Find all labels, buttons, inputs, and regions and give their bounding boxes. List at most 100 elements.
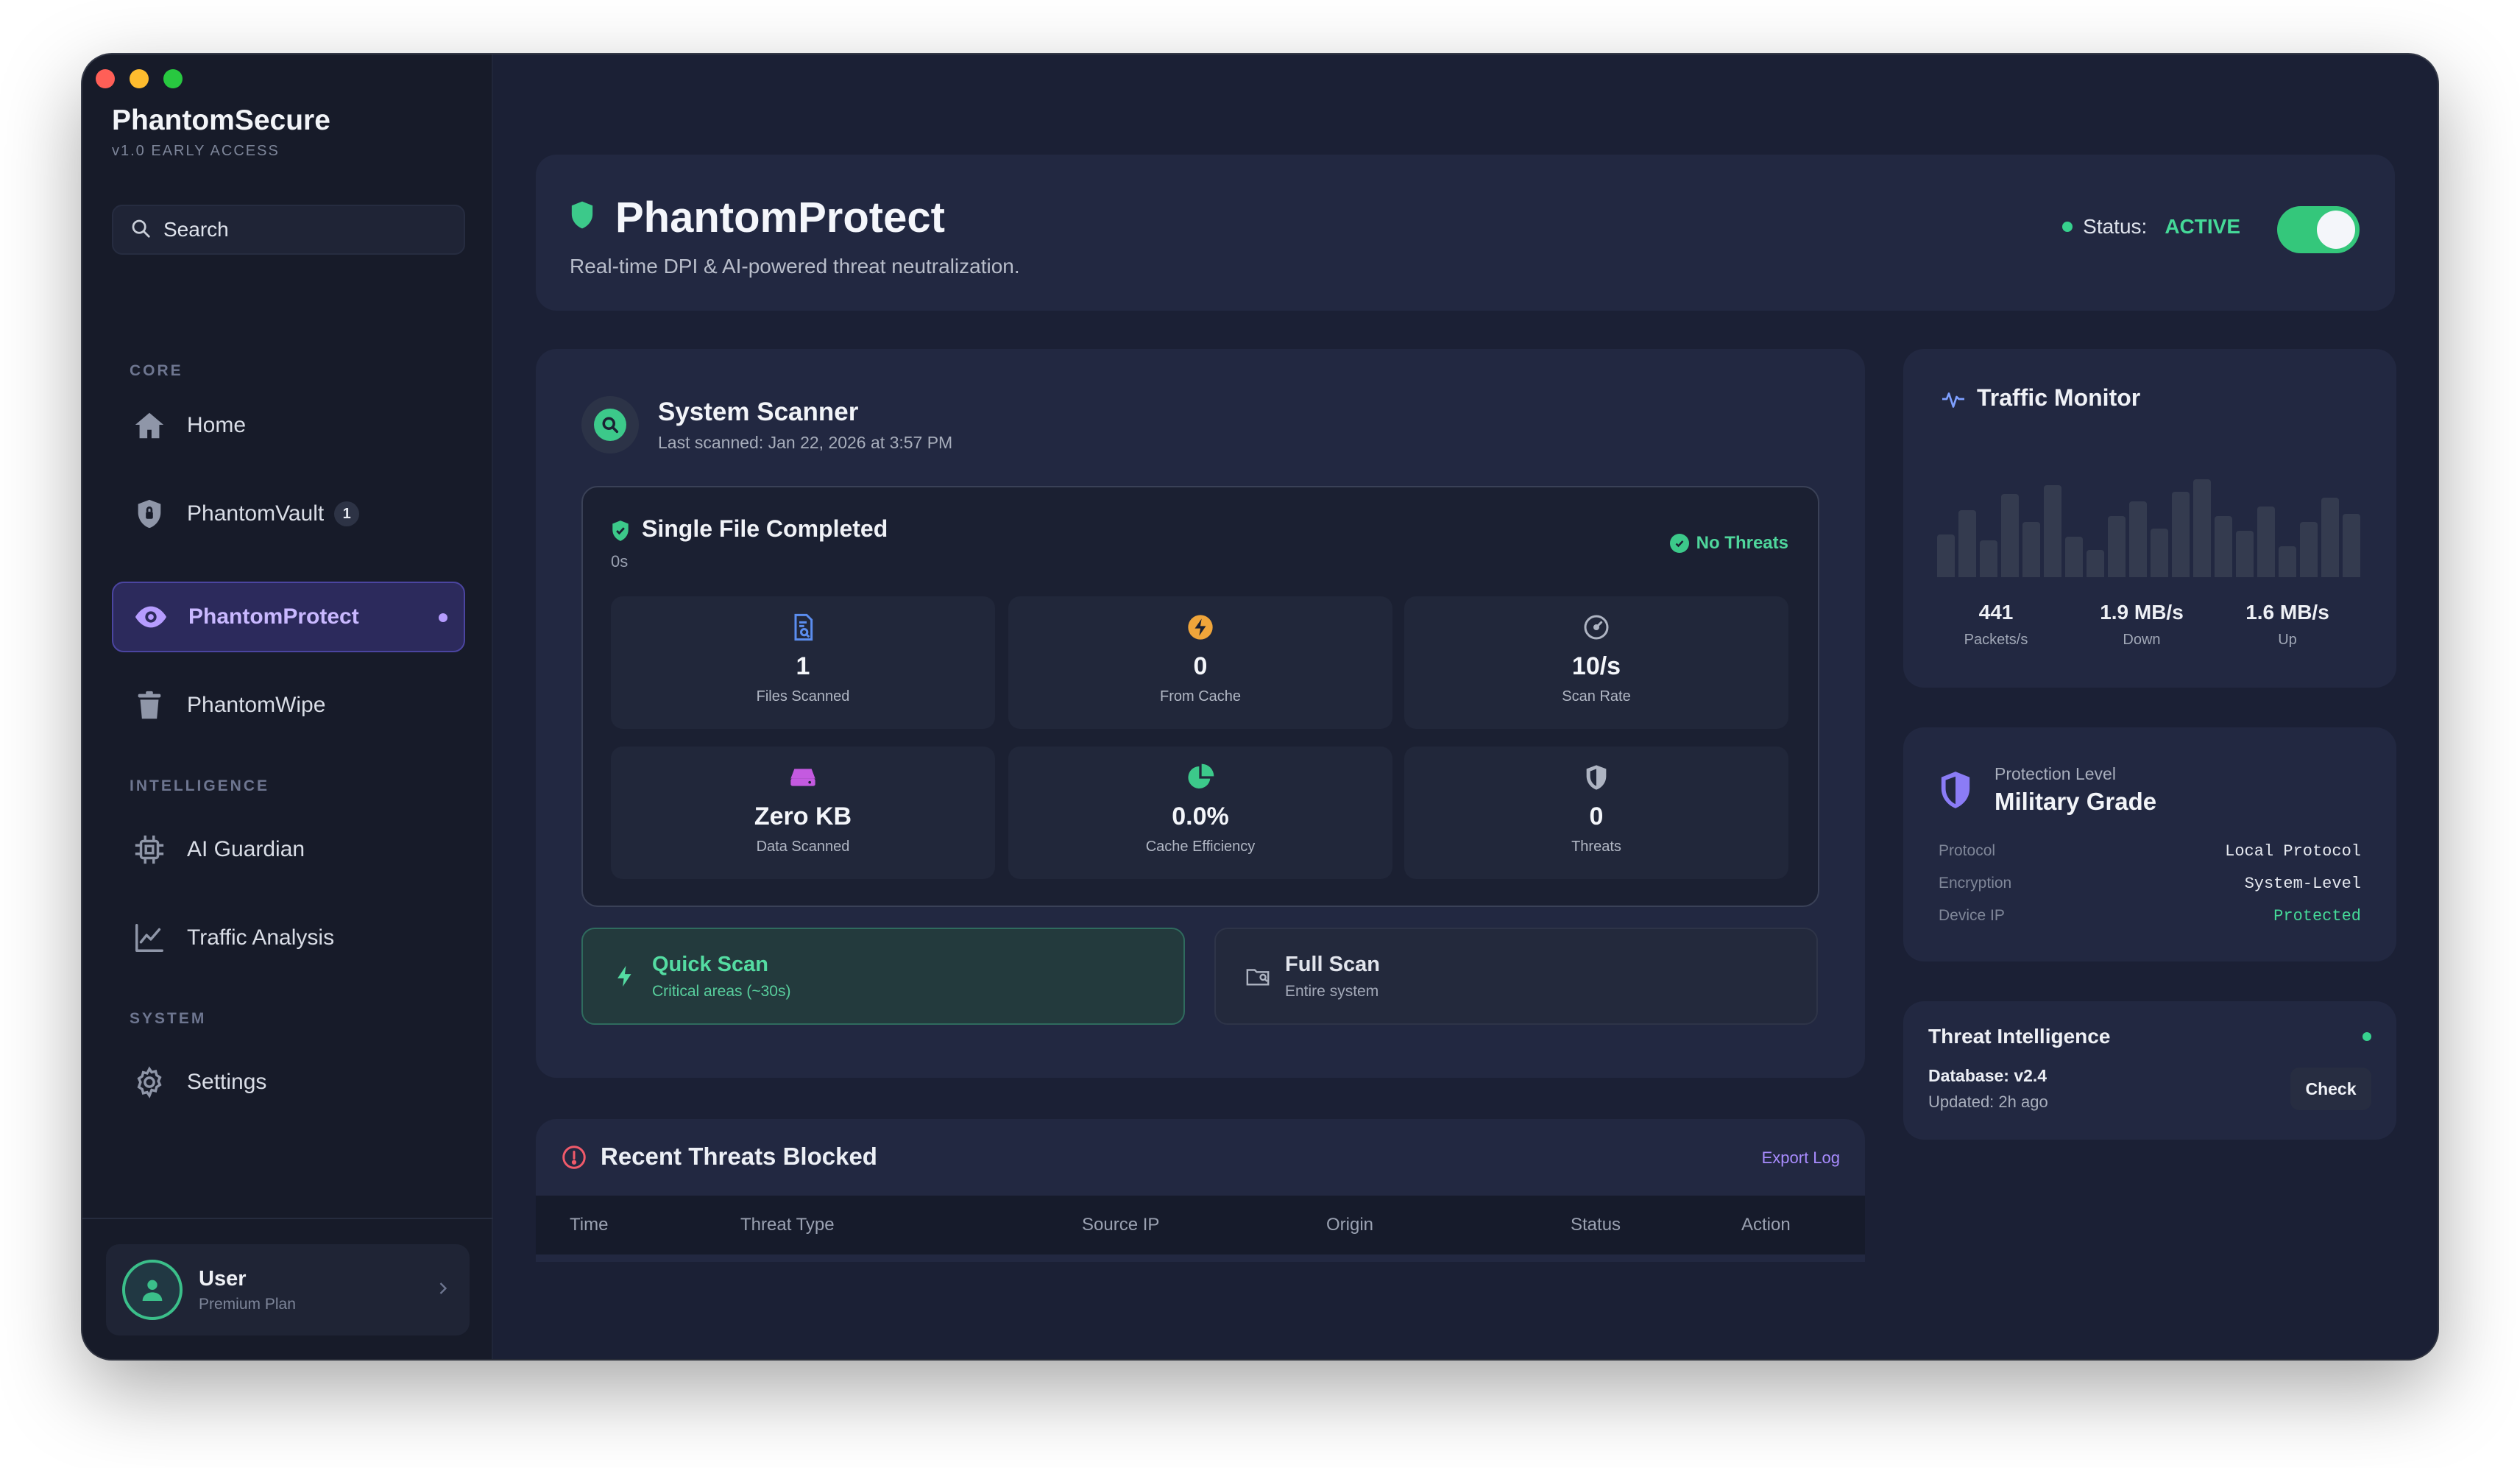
app-brand: PhantomSecure [112, 105, 330, 136]
sidebar-item-label: Settings [187, 1070, 267, 1094]
row-value: Local Protocol [2225, 842, 2361, 861]
column-header: Status [1571, 1215, 1621, 1235]
section-label-intelligence: INTELLIGENCE [130, 777, 270, 794]
stat-label: Threats [1571, 839, 1621, 855]
full-scan-title: Full Scan [1285, 952, 1380, 976]
protection-label: Protection Level [1995, 764, 2116, 783]
trash-icon [131, 687, 168, 724]
stat-value: 1.9 MB/s [2100, 601, 2184, 624]
traffic-bar [2108, 516, 2126, 577]
protection-row-protocol: Protocol Local Protocol [1939, 842, 2361, 861]
status-value: ACTIVE [2165, 215, 2240, 238]
stat-value: 1 [796, 652, 810, 680]
sidebar: PhantomSecure v1.0 EARLY ACCESS CORE Hom… [82, 54, 493, 1359]
search-icon [130, 217, 152, 243]
sidebar-item-label: PhantomProtect [188, 604, 359, 629]
stat-label: Packets/s [1964, 632, 2028, 648]
traffic-bar [2215, 516, 2232, 577]
traffic-bar [2001, 494, 2019, 577]
traffic-title: Traffic Monitor [1977, 384, 2141, 411]
window-controls [96, 69, 183, 88]
scanner-icon [581, 396, 639, 454]
quick-scan-button[interactable]: Quick Scan Critical areas (~30s) [581, 928, 1185, 1025]
sidebar-item-ai-guardian[interactable]: AI Guardian [112, 814, 465, 885]
shield-icon [1580, 761, 1613, 794]
search-input[interactable] [163, 218, 443, 241]
traffic-bar [2151, 529, 2168, 577]
sidebar-item-settings[interactable]: Settings [112, 1047, 465, 1118]
user-profile-card[interactable]: User Premium Plan [106, 1244, 470, 1335]
check-updates-button[interactable]: Check [2290, 1068, 2371, 1110]
row-key: Protocol [1939, 842, 1996, 859]
stat-label: Files Scanned [756, 688, 850, 705]
check-circle-icon [1669, 534, 1689, 553]
minimize-window-button[interactable] [130, 69, 149, 88]
sidebar-item-home[interactable]: Home [112, 390, 465, 461]
sidebar-item-traffic-analysis[interactable]: Traffic Analysis [112, 903, 465, 973]
line-chart-icon [131, 920, 168, 956]
row-value: Protected [2273, 907, 2361, 925]
status-indicator: Status: ACTIVE [2062, 215, 2240, 239]
stat-value: 0 [1589, 802, 1604, 830]
close-window-button[interactable] [96, 69, 115, 88]
protection-toggle[interactable] [2277, 206, 2360, 253]
user-plan: Premium Plan [199, 1295, 296, 1313]
stat-value: 0.0% [1172, 802, 1229, 830]
traffic-bar [2257, 507, 2275, 577]
intel-updated: Updated: 2h ago [1928, 1093, 2048, 1111]
traffic-bar [2065, 537, 2083, 577]
status-label: Status: [2083, 215, 2148, 238]
stat-files-scanned: 1 Files Scanned [611, 596, 995, 729]
stat-scan-rate: 10/s Scan Rate [1404, 596, 1788, 729]
quick-scan-title: Quick Scan [652, 952, 768, 976]
sidebar-item-phantomwipe[interactable]: PhantomWipe [112, 670, 465, 741]
column-header: Origin [1326, 1215, 1374, 1235]
section-label-core: CORE [130, 362, 183, 379]
sidebar-item-phantomprotect[interactable]: PhantomProtect [112, 582, 465, 652]
section-label-system: SYSTEM [130, 1010, 207, 1027]
stat-value: Zero KB [754, 802, 852, 830]
no-threats-label: No Threats [1696, 533, 1788, 553]
maximize-window-button[interactable] [163, 69, 183, 88]
activity-icon [1942, 392, 1964, 408]
threats-title: Recent Threats Blocked [601, 1143, 877, 1170]
toggle-knob [2317, 211, 2355, 249]
traffic-bar [2321, 498, 2339, 577]
scan-result-title: Single File Completed [642, 515, 888, 542]
traffic-bar [1980, 540, 1997, 577]
search-icon [602, 417, 619, 434]
intel-title: Threat Intelligence [1928, 1025, 2111, 1048]
search-box[interactable] [112, 205, 465, 255]
full-scan-subtitle: Entire system [1285, 982, 1379, 1000]
user-icon [142, 1280, 163, 1301]
folder-search-icon [1246, 969, 1270, 986]
recent-threats-card: Recent Threats Blocked Export Log Time T… [536, 1119, 1865, 1262]
stat-value: 0 [1193, 652, 1208, 680]
traffic-stat-packets: 441 Packets/s [1922, 601, 2070, 649]
scan-duration: 0s [611, 552, 629, 571]
stat-label: From Cache [1159, 688, 1242, 705]
traffic-bar [2279, 546, 2296, 577]
no-threats-badge: No Threats [1669, 533, 1788, 554]
stat-label: Up [2278, 632, 2297, 648]
column-header: Action [1741, 1215, 1791, 1235]
speedometer-icon [1580, 611, 1613, 643]
full-scan-button[interactable]: Full Scan Entire system [1214, 928, 1818, 1025]
sidebar-item-phantomvault[interactable]: PhantomVault 1 [112, 479, 465, 549]
eye-icon [132, 599, 169, 635]
shield-check-icon [612, 520, 629, 541]
user-name: User [199, 1266, 247, 1291]
system-scanner-card: System Scanner Last scanned: Jan 22, 202… [536, 349, 1865, 1078]
row-key: Encryption [1939, 875, 2012, 892]
traffic-monitor-card: Traffic Monitor 441 Packets/s 1.9 MB/s D… [1903, 349, 2396, 688]
traffic-bar [1958, 510, 1976, 577]
export-log-link[interactable]: Export Log [1762, 1148, 1840, 1168]
gear-icon [131, 1064, 168, 1101]
traffic-bars [1937, 455, 2364, 577]
traffic-bar [1937, 534, 1955, 577]
lightning-icon [617, 965, 631, 987]
stat-cache-efficiency: 0.0% Cache Efficiency [1008, 747, 1392, 879]
stat-label: Cache Efficiency [1145, 839, 1256, 855]
traffic-bar [2129, 501, 2147, 577]
sidebar-item-label: Traffic Analysis [187, 925, 335, 950]
